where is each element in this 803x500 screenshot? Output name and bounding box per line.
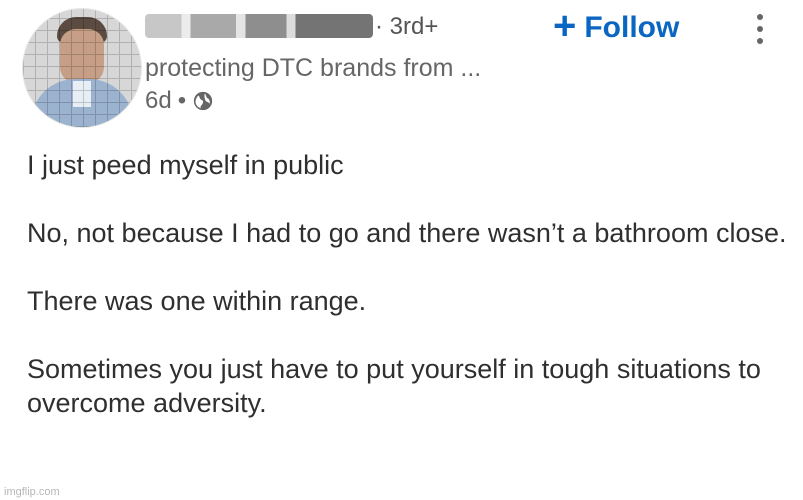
- more-vertical-icon[interactable]: [752, 12, 768, 46]
- globe-icon: [193, 91, 213, 111]
- author-headline[interactable]: protecting DTC brands from ...: [145, 54, 481, 83]
- post-body: I just peed myself in public No, not bec…: [27, 148, 787, 420]
- post-meta: 6d •: [145, 87, 214, 115]
- avatar-pixelation: [23, 9, 141, 127]
- connection-degree: · 3rd+: [375, 13, 439, 40]
- post-paragraph-4: Sometimes you just have to put yourself …: [27, 354, 761, 418]
- plus-icon: +: [553, 4, 577, 48]
- post-time: 6d: [145, 87, 172, 114]
- post-paragraph-2: No, not because I had to go and there wa…: [27, 218, 787, 248]
- avatar[interactable]: [22, 8, 142, 128]
- follow-button[interactable]: + Follow: [553, 4, 680, 48]
- author-name-redacted[interactable]: [145, 14, 373, 38]
- watermark: imgflip.com: [4, 486, 60, 498]
- post-paragraph-3: There was one within range.: [27, 286, 367, 316]
- meta-separator: •: [177, 87, 187, 114]
- post-paragraph-1: I just peed myself in public: [27, 150, 344, 180]
- follow-label: Follow: [584, 11, 680, 44]
